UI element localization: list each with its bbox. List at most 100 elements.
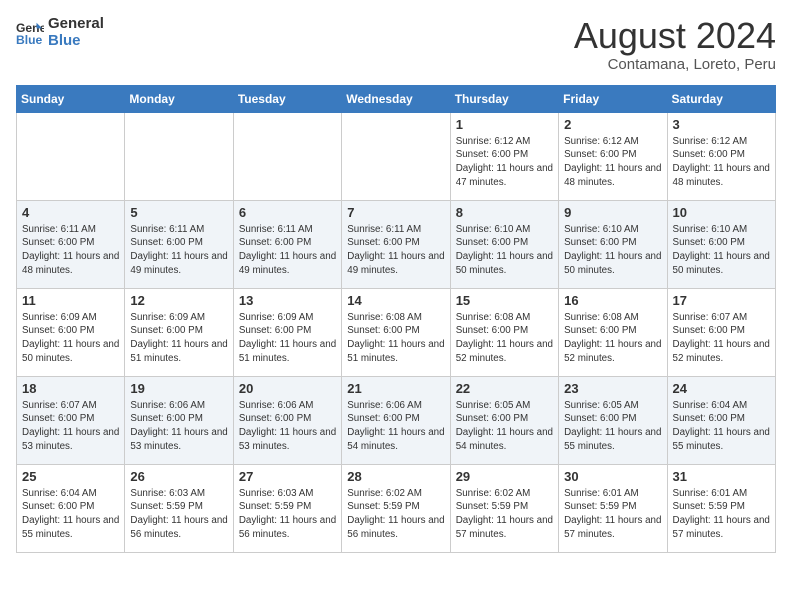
weekday-header-monday: Monday <box>125 85 233 112</box>
day-info: Sunrise: 6:08 AMSunset: 6:00 PMDaylight:… <box>456 311 553 366</box>
calendar-cell: 9 Sunrise: 6:10 AMSunset: 6:00 PMDaylight… <box>559 200 667 288</box>
calendar-cell: 20 Sunrise: 6:06 AMSunset: 6:00 PMDayligh… <box>233 376 341 464</box>
week-row-1: 1Sunrise: 6:12 AMSunset: 6:00 PMDaylight… <box>17 112 776 200</box>
week-row-2: 4 Sunrise: 6:11 AMSunset: 6:00 PMDaylight… <box>17 200 776 288</box>
day-number: 8 <box>456 205 553 220</box>
calendar-cell <box>17 112 125 200</box>
calendar-cell: 29 Sunrise: 6:02 AMSunset: 5:59 PMDayligh… <box>450 464 558 552</box>
weekday-header-thursday: Thursday <box>450 85 558 112</box>
day-info: Sunrise: 6:10 AMSunset: 6:00 PMDaylight:… <box>456 223 553 278</box>
calendar-cell: 14 Sunrise: 6:08 AMSunset: 6:00 PMDayligh… <box>342 288 450 376</box>
calendar-cell: 11 Sunrise: 6:09 AMSunset: 6:00 PMDayligh… <box>17 288 125 376</box>
day-number: 21 <box>347 381 444 396</box>
day-info: Sunrise: 6:12 AMSunset: 6:00 PMDaylight:… <box>456 135 553 190</box>
day-number: 25 <box>22 469 119 484</box>
week-row-5: 25 Sunrise: 6:04 AMSunset: 6:00 PMDayligh… <box>17 464 776 552</box>
calendar-cell: 31Sunrise: 6:01 AMSunset: 5:59 PMDayligh… <box>667 464 775 552</box>
day-number: 24 <box>673 381 770 396</box>
calendar-cell: 30 Sunrise: 6:01 AMSunset: 5:59 PMDayligh… <box>559 464 667 552</box>
day-number: 29 <box>456 469 553 484</box>
day-number: 26 <box>130 469 227 484</box>
calendar-cell: 1Sunrise: 6:12 AMSunset: 6:00 PMDaylight… <box>450 112 558 200</box>
calendar-cell: 17 Sunrise: 6:07 AMSunset: 6:00 PMDayligh… <box>667 288 775 376</box>
day-info: Sunrise: 6:07 AMSunset: 6:00 PMDaylight:… <box>673 311 770 366</box>
day-number: 9 <box>564 205 661 220</box>
day-info: Sunrise: 6:09 AMSunset: 6:00 PMDaylight:… <box>239 311 336 366</box>
day-info: Sunrise: 6:10 AMSunset: 6:00 PMDaylight:… <box>564 223 661 278</box>
logo-line1: General <box>48 16 104 33</box>
svg-text:Blue: Blue <box>16 33 43 47</box>
day-info: Sunrise: 6:06 AMSunset: 6:00 PMDaylight:… <box>239 399 336 454</box>
day-info: Sunrise: 6:11 AMSunset: 6:00 PMDaylight:… <box>239 223 336 278</box>
calendar-cell: 8 Sunrise: 6:10 AMSunset: 6:00 PMDaylight… <box>450 200 558 288</box>
day-number: 15 <box>456 293 553 308</box>
title-area: August 2024 Contamana, Loreto, Peru <box>574 16 776 73</box>
day-number: 22 <box>456 381 553 396</box>
day-info: Sunrise: 6:02 AMSunset: 5:59 PMDaylight:… <box>347 487 444 542</box>
day-number: 3 <box>673 117 770 132</box>
calendar-cell: 24 Sunrise: 6:04 AMSunset: 6:00 PMDayligh… <box>667 376 775 464</box>
day-number: 14 <box>347 293 444 308</box>
calendar-cell: 7Sunrise: 6:11 AMSunset: 6:00 PMDaylight… <box>342 200 450 288</box>
weekday-header-tuesday: Tuesday <box>233 85 341 112</box>
calendar-cell: 23 Sunrise: 6:05 AMSunset: 6:00 PMDayligh… <box>559 376 667 464</box>
calendar-cell: 28 Sunrise: 6:02 AMSunset: 5:59 PMDayligh… <box>342 464 450 552</box>
day-number: 19 <box>130 381 227 396</box>
day-number: 31 <box>673 469 770 484</box>
day-number: 7 <box>347 205 444 220</box>
day-info: Sunrise: 6:06 AMSunset: 6:00 PMDaylight:… <box>130 399 227 454</box>
day-info: Sunrise: 6:08 AMSunset: 6:00 PMDaylight:… <box>564 311 661 366</box>
day-info: Sunrise: 6:04 AMSunset: 6:00 PMDaylight:… <box>22 487 119 542</box>
calendar-cell: 27 Sunrise: 6:03 AMSunset: 5:59 PMDayligh… <box>233 464 341 552</box>
calendar-subtitle: Contamana, Loreto, Peru <box>574 56 776 73</box>
day-number: 17 <box>673 293 770 308</box>
calendar-cell: 6 Sunrise: 6:11 AMSunset: 6:00 PMDaylight… <box>233 200 341 288</box>
calendar-cell: 15 Sunrise: 6:08 AMSunset: 6:00 PMDayligh… <box>450 288 558 376</box>
day-info: Sunrise: 6:03 AMSunset: 5:59 PMDaylight:… <box>239 487 336 542</box>
week-row-4: 18Sunrise: 6:07 AMSunset: 6:00 PMDayligh… <box>17 376 776 464</box>
calendar-cell: 2Sunrise: 6:12 AMSunset: 6:00 PMDaylight… <box>559 112 667 200</box>
calendar-cell: 4 Sunrise: 6:11 AMSunset: 6:00 PMDaylight… <box>17 200 125 288</box>
calendar-cell: 10Sunrise: 6:10 AMSunset: 6:00 PMDayligh… <box>667 200 775 288</box>
day-info: Sunrise: 6:08 AMSunset: 6:00 PMDaylight:… <box>347 311 444 366</box>
calendar-cell: 3 Sunrise: 6:12 AMSunset: 6:00 PMDaylight… <box>667 112 775 200</box>
day-number: 30 <box>564 469 661 484</box>
day-number: 20 <box>239 381 336 396</box>
day-number: 23 <box>564 381 661 396</box>
week-row-3: 11 Sunrise: 6:09 AMSunset: 6:00 PMDayligh… <box>17 288 776 376</box>
logo-line2: Blue <box>48 33 104 50</box>
day-info: Sunrise: 6:06 AMSunset: 6:00 PMDaylight:… <box>347 399 444 454</box>
day-info: Sunrise: 6:09 AMSunset: 6:00 PMDaylight:… <box>130 311 227 366</box>
calendar-cell: 26Sunrise: 6:03 AMSunset: 5:59 PMDayligh… <box>125 464 233 552</box>
weekday-header-friday: Friday <box>559 85 667 112</box>
calendar-cell: 5Sunrise: 6:11 AMSunset: 6:00 PMDaylight… <box>125 200 233 288</box>
weekday-header-sunday: Sunday <box>17 85 125 112</box>
day-number: 4 <box>22 205 119 220</box>
day-info: Sunrise: 6:05 AMSunset: 6:00 PMDaylight:… <box>564 399 661 454</box>
day-number: 5 <box>130 205 227 220</box>
day-number: 27 <box>239 469 336 484</box>
logo-icon: General Blue <box>16 19 44 47</box>
logo: General Blue General Blue <box>16 16 104 49</box>
day-info: Sunrise: 6:05 AMSunset: 6:00 PMDaylight:… <box>456 399 553 454</box>
calendar-cell <box>342 112 450 200</box>
day-info: Sunrise: 6:01 AMSunset: 5:59 PMDaylight:… <box>564 487 661 542</box>
calendar-cell: 21 Sunrise: 6:06 AMSunset: 6:00 PMDayligh… <box>342 376 450 464</box>
day-info: Sunrise: 6:02 AMSunset: 5:59 PMDaylight:… <box>456 487 553 542</box>
day-number: 6 <box>239 205 336 220</box>
weekday-header-wednesday: Wednesday <box>342 85 450 112</box>
day-number: 18 <box>22 381 119 396</box>
day-info: Sunrise: 6:09 AMSunset: 6:00 PMDaylight:… <box>22 311 119 366</box>
day-info: Sunrise: 6:12 AMSunset: 6:00 PMDaylight:… <box>564 135 661 190</box>
day-info: Sunrise: 6:12 AMSunset: 6:00 PMDaylight:… <box>673 135 770 190</box>
calendar-cell: 12Sunrise: 6:09 AMSunset: 6:00 PMDayligh… <box>125 288 233 376</box>
calendar-cell: 13Sunrise: 6:09 AMSunset: 6:00 PMDayligh… <box>233 288 341 376</box>
weekday-header-row: SundayMondayTuesdayWednesdayThursdayFrid… <box>17 85 776 112</box>
day-info: Sunrise: 6:10 AMSunset: 6:00 PMDaylight:… <box>673 223 770 278</box>
day-number: 28 <box>347 469 444 484</box>
calendar-cell: 22 Sunrise: 6:05 AMSunset: 6:00 PMDayligh… <box>450 376 558 464</box>
day-number: 11 <box>22 293 119 308</box>
day-info: Sunrise: 6:04 AMSunset: 6:00 PMDaylight:… <box>673 399 770 454</box>
day-info: Sunrise: 6:11 AMSunset: 6:00 PMDaylight:… <box>22 223 119 278</box>
calendar-cell <box>125 112 233 200</box>
